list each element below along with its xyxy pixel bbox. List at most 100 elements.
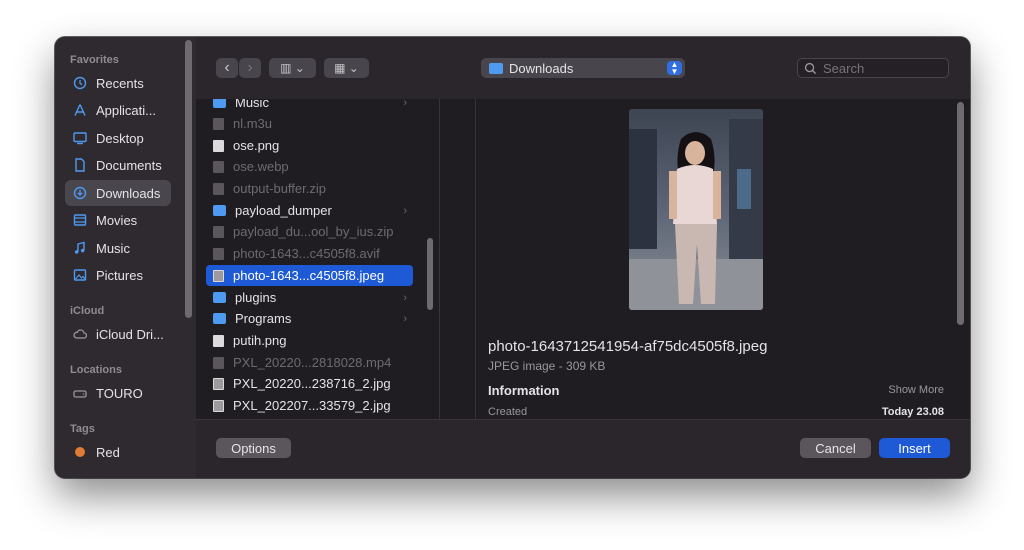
- chevron-right-icon: ›: [403, 291, 407, 304]
- sidebar-item-label: TOURO: [96, 385, 143, 401]
- chevron-right-icon: ›: [247, 59, 253, 76]
- sidebar-item-label: Applicati...: [96, 102, 156, 118]
- downloads-icon: [73, 186, 87, 200]
- list-item[interactable]: Music ›: [206, 99, 413, 113]
- sidebar-section-favorites: Favorites: [70, 54, 119, 66]
- chevron-right-icon: ›: [403, 312, 407, 325]
- video-file-icon: [213, 356, 224, 369]
- column-divider[interactable]: [439, 99, 440, 419]
- folder-icon: [213, 205, 226, 216]
- sidebar-item-label: Music: [96, 240, 130, 256]
- list-item[interactable]: ose.webp: [206, 156, 413, 177]
- sidebar-item-pictures[interactable]: Pictures: [65, 262, 171, 288]
- list-item[interactable]: Programs ›: [206, 308, 413, 329]
- film-icon: [73, 213, 87, 227]
- music-icon: [73, 241, 87, 255]
- desktop-icon: [73, 131, 87, 145]
- preview-pane: photo-1643712541954-af75dc4505f8.jpeg JP…: [478, 99, 970, 419]
- location-popup[interactable]: Downloads ▲ ▼: [481, 58, 685, 78]
- disk-icon: [73, 386, 87, 400]
- preview-kind: JPEG image - 309 KB: [488, 359, 606, 373]
- folder-icon: [213, 99, 226, 108]
- preview-scrollbar[interactable]: [957, 102, 964, 325]
- options-button[interactable]: Options: [216, 438, 291, 458]
- list-item[interactable]: photo-1643...c4505f8.avif: [206, 243, 413, 264]
- view-columns-button[interactable]: ▥ ⌄: [269, 58, 316, 78]
- sidebar-item-applications[interactable]: Applicati...: [65, 97, 171, 123]
- sidebar-section-icloud: iCloud: [70, 305, 105, 317]
- list-item[interactable]: nl.m3u: [206, 113, 413, 134]
- list-item[interactable]: PXL_20220...2818028.mp4: [206, 352, 413, 373]
- location-label: Downloads: [509, 60, 574, 76]
- list-item[interactable]: PXL_20220...238716_2.jpg: [206, 373, 413, 394]
- folder-icon: [213, 313, 226, 324]
- list-item[interactable]: output-buffer.zip: [206, 178, 413, 199]
- folder-icon: [213, 292, 226, 303]
- file-icon: [213, 334, 224, 347]
- toolbar: ‹ › ▥ ⌄ ▦ ⌄ Downloads ▲ ▼: [196, 37, 970, 99]
- view-grid-button[interactable]: ▦ ⌄: [324, 58, 369, 78]
- sidebar-item-label: Recents: [96, 75, 144, 91]
- image-file-icon: [213, 247, 224, 260]
- sidebar-item-documents[interactable]: Documents: [65, 152, 171, 178]
- sidebar-item-label: Pictures: [96, 267, 143, 283]
- file-icon: [213, 182, 224, 195]
- sidebar-item-label: Downloads: [96, 185, 161, 201]
- sidebar-item-label: Desktop: [96, 130, 144, 146]
- list-item[interactable]: ose.png: [206, 135, 413, 156]
- file-open-dialog: Favorites Recents Applicati... Desktop D…: [55, 37, 970, 478]
- preview-filename: photo-1643712541954-af75dc4505f8.jpeg: [488, 338, 768, 355]
- search-input[interactable]: [823, 60, 943, 76]
- chevron-left-icon: ‹: [224, 59, 230, 76]
- sidebar-scrollbar[interactable]: [185, 40, 192, 318]
- sidebar-item-label: Red: [96, 444, 120, 460]
- sidebar-item-movies[interactable]: Movies: [65, 207, 171, 233]
- column-divider[interactable]: [475, 99, 476, 419]
- file-icon: [213, 160, 224, 173]
- list-item[interactable]: payload_dumper ›: [206, 200, 413, 221]
- image-file-icon: [213, 377, 224, 390]
- file-list-column: Music › nl.m3u ose.png ose.webp output-bu…: [196, 99, 478, 419]
- created-label: Created: [488, 406, 528, 418]
- applications-icon: [73, 103, 87, 117]
- list-item[interactable]: PXL_202207...33579_2.jpg: [206, 395, 413, 416]
- sidebar-section-tags: Tags: [70, 423, 95, 435]
- sidebar-item-icloud-drive[interactable]: iCloud Dri...: [65, 321, 171, 347]
- chevron-right-icon: ›: [403, 99, 407, 109]
- pictures-icon: [73, 268, 87, 282]
- list-item[interactable]: plugins ›: [206, 287, 413, 308]
- content-area: ‹ › ▥ ⌄ ▦ ⌄ Downloads ▲▼ Music› nl.m3u o…: [196, 37, 970, 478]
- tag-color-dot-icon: [73, 445, 87, 459]
- photo-preview-image: [629, 109, 763, 310]
- forward-button[interactable]: ›: [239, 58, 261, 78]
- insert-button[interactable]: Insert: [879, 438, 950, 458]
- created-value: Today 23.08: [881, 406, 944, 418]
- cancel-button[interactable]: Cancel: [800, 438, 871, 458]
- search-icon: [804, 62, 817, 74]
- list-item-selected[interactable]: photo-1643...c4505f8.jpeg: [206, 265, 413, 286]
- file-icon: [213, 117, 224, 130]
- list-item[interactable]: putih.png: [206, 330, 413, 351]
- sidebar-item-music[interactable]: Music: [65, 235, 171, 261]
- sidebar-item-touro[interactable]: TOURO: [65, 380, 171, 406]
- back-button[interactable]: ‹: [216, 58, 238, 78]
- show-more-link[interactable]: Show More: [888, 384, 944, 396]
- sidebar-item-downloads[interactable]: Downloads: [65, 180, 171, 206]
- sidebar-item-tag-red[interactable]: Red: [65, 439, 171, 465]
- search-field[interactable]: [797, 58, 949, 78]
- list-item[interactable]: payload_du...ool_by_ius.zip: [206, 221, 413, 242]
- sidebar: Favorites Recents Applicati... Desktop D…: [55, 37, 196, 478]
- sidebar-item-label: iCloud Dri...: [96, 326, 164, 342]
- file-icon: [213, 139, 224, 152]
- sidebar-item-desktop[interactable]: Desktop: [65, 125, 171, 151]
- file-icon: [213, 225, 224, 238]
- folder-icon: [489, 62, 503, 74]
- clock-icon: [73, 76, 87, 90]
- sidebar-item-recents[interactable]: Recents: [65, 70, 171, 96]
- columns-view-icon: ▥ ⌄: [280, 61, 305, 75]
- cloud-icon: [73, 327, 87, 341]
- grid-view-icon: ▦ ⌄: [334, 61, 359, 75]
- image-file-icon: [213, 269, 224, 282]
- file-list-scrollbar[interactable]: [427, 238, 433, 310]
- sidebar-section-locations: Locations: [70, 364, 122, 376]
